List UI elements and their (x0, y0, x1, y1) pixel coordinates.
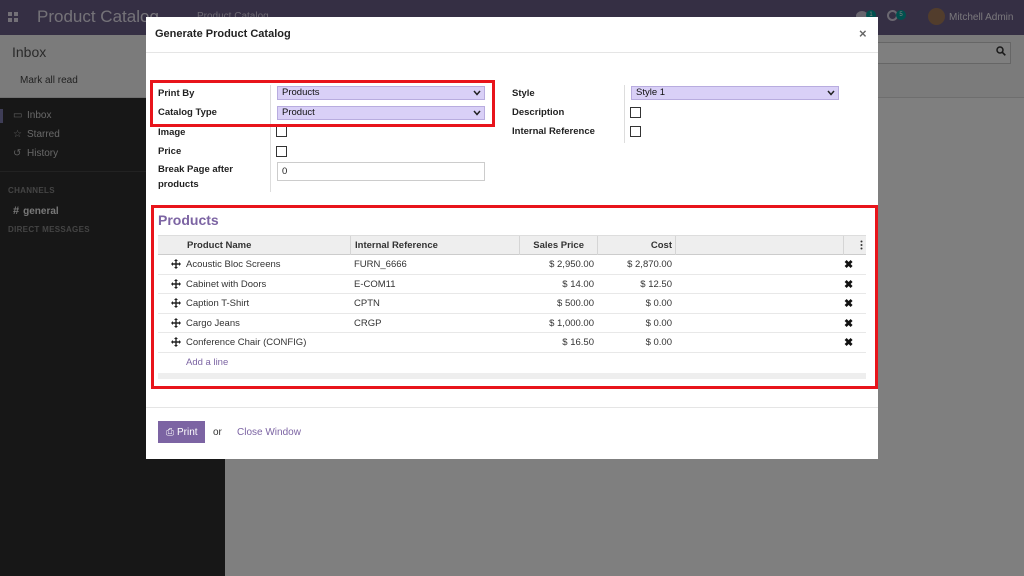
cell-sales-price: $ 2,950.00 (549, 259, 594, 270)
chevron-down-icon (473, 110, 481, 116)
cell-product-name: Cargo Jeans (186, 317, 240, 329)
cell-sales-price: $ 16.50 (562, 337, 594, 348)
cell-sales-price: $ 1,000.00 (549, 317, 594, 329)
break-page-input[interactable]: 0 (277, 162, 485, 181)
cell-product-name: Acoustic Bloc Screens (186, 259, 281, 270)
cell-cost: $ 2,870.00 (627, 259, 672, 270)
close-window-link[interactable]: Close Window (237, 427, 301, 438)
drag-handle-icon[interactable] (171, 278, 181, 289)
drag-handle-icon[interactable] (171, 298, 181, 308)
cell-product-name: Conference Chair (CONFIG) (186, 337, 307, 348)
table-row[interactable]: Caption T-Shirt CPTN $ 500.00 $ 0.00 ✖ (158, 294, 866, 314)
cell-cost: $ 0.00 (645, 317, 672, 329)
drag-handle-icon[interactable] (171, 337, 181, 347)
cell-internal-reference: CPTN (354, 298, 380, 309)
products-section-title: Products (158, 212, 219, 228)
divider (350, 236, 351, 255)
style-label: Style (512, 88, 535, 99)
optional-columns-icon[interactable] (860, 240, 863, 250)
price-checkbox[interactable] (276, 146, 287, 157)
cell-product-name: Caption T-Shirt (186, 298, 250, 309)
chevron-down-icon (827, 90, 835, 96)
add-line-row: Add a line (158, 353, 866, 373)
close-icon[interactable]: × (859, 26, 867, 41)
generate-catalog-dialog: Generate Product Catalog × Print By Cata… (146, 17, 878, 459)
delete-row-icon[interactable]: ✖ (844, 258, 853, 271)
style-select[interactable]: Style 1 (631, 86, 839, 100)
table-row[interactable]: Acoustic Bloc Screens FURN_6666 $ 2,950.… (158, 255, 866, 275)
print-button[interactable]: ⎙ Print (158, 421, 205, 443)
printer-icon: ⎙ (166, 426, 174, 438)
table-row[interactable]: Conference Chair (CONFIG) $ 16.50 $ 0.00… (158, 333, 866, 353)
cell-sales-price: $ 14.00 (562, 278, 594, 290)
internal-reference-checkbox[interactable] (630, 126, 641, 137)
catalog-type-label: Catalog Type (158, 107, 217, 118)
cell-internal-reference: E-COM11 (354, 278, 396, 290)
table-row[interactable]: Cargo Jeans CRGP $ 1,000.00 $ 0.00 ✖ (158, 314, 866, 333)
column-header-cost[interactable]: Cost (598, 240, 672, 251)
print-by-select[interactable]: Products (277, 86, 485, 100)
table-footer (158, 372, 866, 379)
products-table: Product Name Internal Reference Sales Pr… (158, 235, 866, 379)
column-header-product-name[interactable]: Product Name (187, 240, 251, 251)
table-row[interactable]: Cabinet with Doors E-COM11 $ 14.00 $ 12.… (158, 275, 866, 294)
drag-handle-icon[interactable] (171, 317, 181, 328)
delete-row-icon[interactable]: ✖ (844, 278, 853, 291)
delete-row-icon[interactable]: ✖ (844, 297, 853, 310)
delete-row-icon[interactable]: ✖ (844, 336, 853, 349)
divider (624, 85, 625, 143)
delete-row-icon[interactable]: ✖ (844, 317, 853, 330)
break-page-label-1: Break Page after (158, 164, 233, 175)
cell-sales-price: $ 500.00 (557, 298, 594, 309)
add-line-link[interactable]: Add a line (186, 357, 228, 368)
print-by-label: Print By (158, 88, 195, 99)
catalog-type-select[interactable]: Product (277, 106, 485, 120)
break-page-label-2: products (158, 179, 199, 190)
style-value: Style 1 (636, 87, 666, 98)
description-checkbox[interactable] (630, 107, 641, 118)
drag-handle-icon[interactable] (171, 259, 181, 269)
divider (675, 236, 676, 255)
or-text: or (213, 427, 222, 438)
cell-cost: $ 0.00 (645, 337, 672, 348)
chevron-down-icon (473, 90, 481, 96)
column-header-sales-price[interactable]: Sales Price (520, 240, 584, 251)
table-header: Product Name Internal Reference Sales Pr… (158, 235, 866, 255)
cell-internal-reference: CRGP (354, 317, 382, 329)
column-header-internal-reference[interactable]: Internal Reference (355, 240, 438, 251)
print-button-label: Print (177, 426, 198, 438)
description-label: Description (512, 107, 565, 118)
catalog-type-value: Product (282, 107, 315, 118)
internal-reference-label: Internal Reference (512, 126, 595, 137)
dialog-title: Generate Product Catalog (155, 28, 291, 40)
image-checkbox[interactable] (276, 126, 287, 137)
image-label: Image (158, 127, 186, 138)
cell-internal-reference: FURN_6666 (354, 259, 407, 270)
print-by-value: Products (282, 87, 320, 98)
cell-cost: $ 0.00 (645, 298, 672, 309)
dialog-footer: ⎙ Print or Close Window (146, 407, 878, 459)
price-label: Price (158, 146, 182, 157)
cell-product-name: Cabinet with Doors (186, 278, 267, 290)
cell-cost: $ 12.50 (640, 278, 672, 290)
divider (270, 85, 271, 192)
dialog-header: Generate Product Catalog × (146, 17, 878, 53)
divider (843, 236, 844, 255)
